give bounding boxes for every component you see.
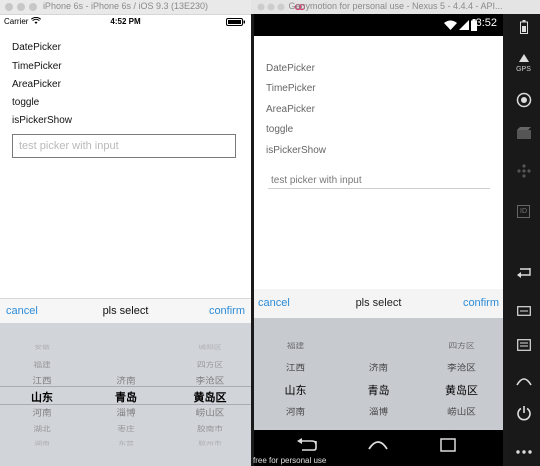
battery-full-icon [226,18,245,26]
province-column[interactable]: 安徽福建江西山东 河南湖北湖南 [0,323,84,466]
picker-option[interactable]: 李沧区 [168,374,251,387]
picker-option[interactable]: 青岛 [337,382,420,398]
video-icon[interactable] [507,126,540,144]
genymotion-window-titlebar: Genymotion for personal use - Nexus 5 - … [251,0,540,15]
district-column[interactable]: 四方区李沧区黄岛区崂山区胶南市 [420,318,503,430]
picker-option[interactable]: 山东 [0,389,84,405]
picker-option[interactable]: 胶南市 [168,423,251,433]
picker-option[interactable]: 江西 [254,361,337,374]
picker-option[interactable]: 济南 [337,361,420,374]
menu-item-ispickershow[interactable]: isPickerShow [12,115,72,126]
id-label: ID [517,205,530,218]
android-clock: 3:52 [475,17,497,29]
picker-toolbar: cancel pls select confirm [254,289,503,318]
confirm-button[interactable]: confirm [463,297,499,309]
signal-icon [459,20,469,30]
province-column[interactable]: 福建江西山东河南湖北 [254,318,337,430]
genymotion-toolbar: GPS ID [507,14,540,466]
picker-option[interactable]: 济南 [84,374,168,387]
menu-item-areapicker[interactable]: AreaPicker [266,104,315,115]
picker-option[interactable]: 四方区 [420,340,503,350]
picker-option[interactable]: 淄博 [84,406,168,419]
city-column[interactable]: 济南青岛淄博枣庄 [337,318,420,430]
android-screen: 3:52 DatePicker TimePicker AreaPicker to… [254,14,503,466]
recent-apps-icon[interactable] [440,438,456,452]
picker-option[interactable]: 崂山区 [420,405,503,418]
picker-option[interactable]: 安徽 [0,344,84,351]
picker-option[interactable]: 东营 [84,440,168,447]
menu-item-toggle[interactable]: toggle [12,97,39,108]
area-picker-wheel[interactable]: 安徽福建江西山东 河南湖北湖南 济南青岛 淄博枣庄东营 城阳区四方区李沧区黄岛区 崂山… [0,323,251,466]
genymotion-footer-text: free for personal use [253,456,327,465]
picker-option[interactable]: 湖北 [0,423,84,433]
picker-option[interactable]: 枣庄 [84,423,168,433]
picker-option[interactable]: 李沧区 [420,361,503,374]
picker-option[interactable]: 四方区 [168,359,251,369]
ios-window-titlebar: iPhone 6s - iPhone 6s / iOS 9.3 (13E230) [0,0,251,15]
picker-option[interactable]: 河南 [0,406,84,419]
power-icon[interactable] [507,405,540,426]
wifi-icon [444,20,457,30]
city-column[interactable]: 济南青岛 淄博枣庄东营 [84,323,168,466]
android-status-bar: 3:52 [254,14,503,36]
gps-label: GPS [516,66,531,73]
camera-icon[interactable] [507,92,540,113]
ios-simulator: iPhone 6s - iPhone 6s / iOS 9.3 (13E230)… [0,0,251,466]
menu-item-timepicker[interactable]: TimePicker [266,83,316,94]
ios-window-title: iPhone 6s - iPhone 6s / iOS 9.3 (13E230) [42,1,209,11]
home-icon[interactable] [507,373,540,391]
ios-status-bar: Carrier 4:52 PM [0,15,251,29]
genymotion-window-title: Genymotion for personal use - Nexus 5 - … [288,1,503,11]
picker-option[interactable]: 淄博 [337,405,420,418]
ios-clock: 4:52 PM [110,17,141,26]
picker-option[interactable]: 福建 [0,359,84,369]
picker-option[interactable]: 湖南 [0,440,84,447]
area-picker-wheel[interactable]: 福建江西山东河南湖北 济南青岛淄博枣庄 四方区李沧区黄岛区崂山区胶南市 [254,318,503,430]
home-icon[interactable] [367,438,389,452]
picker-option[interactable]: 崂山区 [168,406,251,419]
menu-item-datepicker[interactable]: DatePicker [12,42,61,53]
picker-option[interactable]: 福建 [254,340,337,350]
menu-item-ispickershow[interactable]: isPickerShow [266,145,326,156]
picker-toolbar: cancel pls select confirm [0,298,251,324]
picker-option[interactable]: 黄岛区 [420,382,503,398]
recent-apps-icon[interactable] [507,303,540,321]
picker-option[interactable]: 青岛 [84,389,168,405]
picker-input-field[interactable]: test picker with input [268,175,490,189]
battery-icon[interactable] [507,20,540,39]
menu-item-toggle[interactable]: toggle [266,124,293,135]
menu-icon[interactable] [507,338,540,356]
id-icon[interactable]: ID [507,200,540,218]
menu-item-timepicker[interactable]: TimePicker [12,61,62,72]
menu-item-areapicker[interactable]: AreaPicker [12,79,61,90]
confirm-button[interactable]: confirm [209,305,245,317]
more-icon[interactable] [507,442,540,460]
dpad-icon[interactable] [507,164,540,183]
gps-icon[interactable]: GPS [507,49,540,73]
back-icon[interactable] [507,265,540,283]
back-icon[interactable] [296,438,318,452]
picker-input-field[interactable]: test picker with input [12,134,236,158]
picker-option[interactable]: 黄岛区 [168,389,251,405]
menu-item-datepicker[interactable]: DatePicker [266,63,315,74]
picker-option[interactable]: 胶州市 [168,440,251,447]
district-column[interactable]: 城阳区四方区李沧区黄岛区 崂山区胶南市胶州市 [168,323,251,466]
picker-option[interactable]: 城阳区 [168,344,251,351]
picker-option[interactable]: 山东 [254,382,337,398]
picker-option[interactable]: 江西 [0,374,84,387]
picker-option[interactable]: 河南 [254,405,337,418]
